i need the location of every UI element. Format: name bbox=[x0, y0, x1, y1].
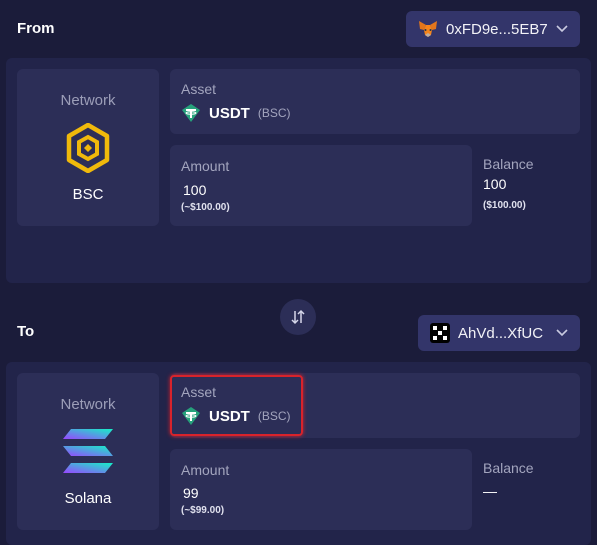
tether-icon bbox=[181, 406, 201, 426]
chevron-down-icon bbox=[556, 329, 568, 337]
tether-icon bbox=[181, 103, 201, 123]
bnb-icon bbox=[65, 122, 111, 178]
swap-direction-icon bbox=[290, 309, 306, 325]
from-network-card[interactable]: Network BSC bbox=[17, 69, 159, 226]
from-asset-chain: (BSC) bbox=[257, 106, 291, 120]
to-balance-value: — bbox=[483, 483, 497, 499]
from-wallet-button[interactable]: 0xFD9e...5EB7 bbox=[406, 11, 580, 47]
to-network-name: Solana bbox=[64, 490, 112, 507]
to-asset-selector[interactable]: Asset USDT (BSC) bbox=[170, 373, 580, 438]
from-amount-label: Amount bbox=[181, 158, 230, 174]
from-amount-usd: (~$100.00) bbox=[181, 202, 230, 213]
swap-direction-button[interactable] bbox=[280, 299, 316, 335]
to-asset-symbol: USDT bbox=[209, 407, 250, 425]
to-balance-label: Balance bbox=[483, 460, 534, 476]
from-network-name: BSC bbox=[72, 186, 104, 203]
to-amount-usd: (~$99.00) bbox=[181, 505, 225, 516]
to-wallet-address: AhVd...XfUC bbox=[458, 324, 544, 342]
to-label: To bbox=[17, 323, 35, 340]
from-amount-input[interactable]: 100 bbox=[183, 182, 206, 198]
from-balance-value: 100 bbox=[483, 176, 507, 192]
to-asset-chain: (BSC) bbox=[257, 409, 291, 423]
from-wallet-address: 0xFD9e...5EB7 bbox=[446, 20, 548, 38]
solana-icon bbox=[63, 429, 113, 478]
to-amount-field[interactable]: Amount 99 (~$99.00) bbox=[170, 449, 472, 530]
to-asset-label: Asset bbox=[181, 384, 217, 400]
to-network-card[interactable]: Network Solana bbox=[17, 373, 159, 530]
from-asset-selector[interactable]: Asset USDT (BSC) bbox=[170, 69, 580, 134]
metamask-fox-icon bbox=[418, 20, 438, 38]
from-balance-label: Balance bbox=[483, 156, 534, 172]
to-network-label: Network bbox=[60, 396, 116, 413]
chevron-down-icon bbox=[556, 25, 568, 33]
to-wallet-button[interactable]: AhVd...XfUC bbox=[418, 315, 580, 351]
to-amount-label: Amount bbox=[181, 462, 230, 478]
from-network-label: Network bbox=[60, 92, 116, 109]
to-amount-value: 99 bbox=[183, 485, 199, 501]
from-amount-field[interactable]: Amount 100 (~$100.00) bbox=[170, 145, 472, 226]
from-label: From bbox=[17, 20, 55, 37]
from-balance-usd: ($100.00) bbox=[483, 200, 526, 211]
from-asset-symbol: USDT bbox=[209, 104, 250, 122]
from-asset-label: Asset bbox=[181, 81, 217, 97]
okx-wallet-icon bbox=[430, 323, 450, 343]
